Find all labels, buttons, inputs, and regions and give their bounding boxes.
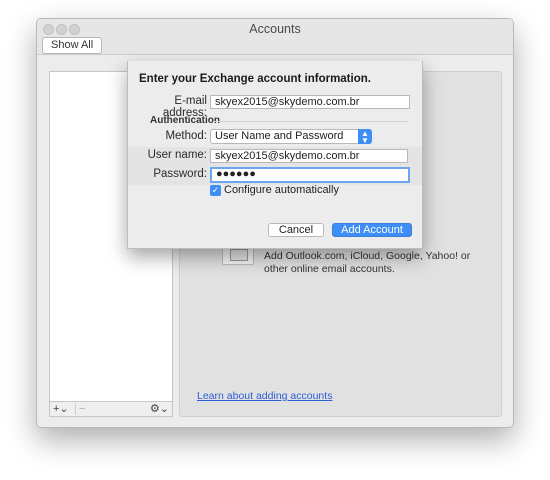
password-label: Password: [153, 168, 207, 180]
remove-account-button[interactable]: − [75, 403, 87, 415]
section-divider [213, 121, 408, 122]
show-all-button[interactable]: Show All [42, 37, 103, 54]
username-label: User name: [147, 149, 207, 161]
list-toolbar: +⌄ − ⚙⌄ [50, 401, 172, 416]
method-select[interactable]: User Name and Password ▲ ▼ [210, 129, 372, 145]
accounts-window: Accounts Show All +⌄ − ⚙⌄ Add Outlook.co… [36, 18, 514, 428]
username-field[interactable]: skyex2015@skydemo.com.br [210, 149, 408, 163]
configure-automatically-checkbox[interactable]: ✓ [210, 185, 221, 196]
title-bar: Accounts Show All [37, 19, 513, 55]
method-label: Method: [165, 130, 207, 142]
email-field[interactable]: skyex2015@skydemo.com.br [210, 95, 410, 109]
other-account-description: Add Outlook.com, iCloud, Google, Yahoo! … [264, 250, 471, 275]
sheet-title: Enter your Exchange account information. [139, 73, 371, 85]
learn-adding-accounts-link[interactable]: Learn about adding accounts [197, 390, 332, 402]
exchange-account-sheet: Enter your Exchange account information.… [127, 61, 423, 249]
configure-automatically-label[interactable]: Configure automatically [224, 184, 339, 196]
cancel-button[interactable]: Cancel [268, 223, 324, 237]
method-value: User Name and Password [215, 130, 344, 142]
gear-icon[interactable]: ⚙⌄ [149, 403, 169, 415]
window-title: Accounts [249, 22, 301, 36]
authentication-section-label: Authentication [150, 115, 220, 126]
chevron-updown-icon: ▲ ▼ [358, 129, 372, 145]
add-account-button[interactable]: +⌄ [53, 403, 73, 415]
password-field[interactable]: ●●●●●● [210, 167, 410, 183]
add-account-submit-button[interactable]: Add Account [332, 223, 412, 237]
